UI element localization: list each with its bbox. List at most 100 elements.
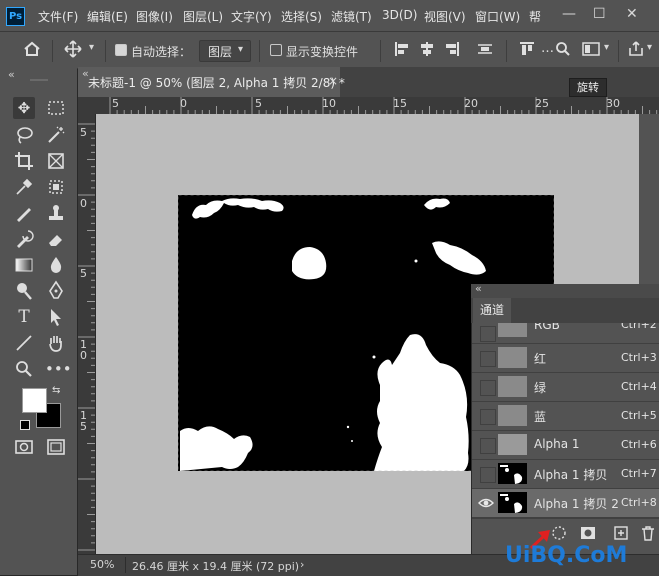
stamp-tool-icon[interactable] xyxy=(45,202,67,224)
visibility-toggle[interactable] xyxy=(480,438,496,454)
status-menu-arrow[interactable]: › xyxy=(300,558,304,571)
menu-3d[interactable]: 3D(D) xyxy=(382,8,417,22)
menu-help[interactable]: 帮 xyxy=(529,8,541,25)
pen-tool-icon[interactable] xyxy=(45,280,67,302)
type-tool-icon[interactable]: T xyxy=(13,306,35,328)
channel-row-red[interactable]: 红 Ctrl+3 xyxy=(472,344,659,373)
magic-wand-icon[interactable] xyxy=(45,124,67,146)
channel-thumbnail xyxy=(498,492,527,513)
menu-view[interactable]: 视图(V) xyxy=(424,8,466,25)
chevron-down-icon[interactable]: ▾ xyxy=(604,42,609,53)
channels-panel-header[interactable]: « xyxy=(471,282,659,298)
move-tool-icon[interactable] xyxy=(64,40,82,58)
dodge-tool-icon[interactable] xyxy=(13,280,35,302)
align-left-icon[interactable] xyxy=(393,40,411,58)
channel-row-alpha-1-copy[interactable]: Alpha 1 拷贝 Ctrl+7 xyxy=(472,460,659,489)
menu-file[interactable]: 文件(F) xyxy=(38,8,78,25)
collapse-panels-icon[interactable]: « xyxy=(82,67,89,80)
swap-colors-icon[interactable]: ⇆ xyxy=(52,385,60,396)
lasso-tool-icon[interactable] xyxy=(13,124,35,146)
menu-window[interactable]: 窗口(W) xyxy=(475,8,520,25)
menu-select[interactable]: 选择(S) xyxy=(281,8,322,25)
home-icon[interactable] xyxy=(23,40,41,58)
blur-tool-icon[interactable] xyxy=(45,254,67,276)
workspace-icon[interactable] xyxy=(582,41,600,57)
collapse-panel-icon[interactable]: « xyxy=(475,282,482,295)
photoshop-logo: Ps xyxy=(6,7,25,26)
channel-row-rgb[interactable]: RGB Ctrl+2 xyxy=(472,323,659,344)
share-icon[interactable] xyxy=(627,40,645,58)
marquee-tool-icon[interactable] xyxy=(45,97,67,119)
channel-row-green[interactable]: 绿 Ctrl+4 xyxy=(472,373,659,402)
visibility-toggle[interactable] xyxy=(480,380,496,396)
eye-icon[interactable] xyxy=(478,496,494,510)
chevron-down-icon: ▾ xyxy=(238,44,244,55)
hand-tool-icon[interactable] xyxy=(45,332,67,354)
eraser-icon[interactable] xyxy=(45,228,67,250)
menu-filter[interactable]: 滤镜(T) xyxy=(331,8,372,25)
ruler-origin[interactable] xyxy=(78,97,95,114)
chevron-down-icon[interactable]: ▾ xyxy=(89,42,94,53)
channel-thumbnail xyxy=(498,376,527,397)
more-tools-icon[interactable]: ••• xyxy=(45,358,72,380)
trash-icon[interactable] xyxy=(639,524,657,542)
menu-bar: Ps 文件(F) 编辑(E) 图像(I) 图层(L) 文字(Y) 选择(S) 滤… xyxy=(0,0,659,31)
ruler-label: 0 xyxy=(80,197,87,210)
zoom-tool-icon[interactable] xyxy=(13,358,35,380)
move-tool-icon[interactable]: ✥ xyxy=(13,97,35,119)
zoom-level[interactable]: 50% xyxy=(90,558,114,571)
menu-layer[interactable]: 图层(L) xyxy=(183,8,223,25)
collapse-toolbar-icon[interactable]: « xyxy=(8,68,15,81)
new-channel-icon[interactable] xyxy=(612,524,630,542)
show-transform-label: 显示变换控件 xyxy=(286,45,359,59)
channel-name: Alpha 1 xyxy=(534,437,580,451)
path-selection-icon[interactable] xyxy=(45,306,67,328)
show-transform-checkbox[interactable] xyxy=(270,44,282,56)
frame-tool-icon[interactable] xyxy=(45,150,67,172)
toolbar-grip[interactable] xyxy=(30,79,48,81)
save-selection-icon[interactable] xyxy=(579,524,597,542)
maximize-button[interactable]: ☐ xyxy=(593,6,606,22)
visibility-toggle[interactable] xyxy=(480,467,496,483)
default-colors-icon[interactable] xyxy=(20,420,30,430)
distribute-icon[interactable] xyxy=(476,40,494,58)
ruler-label: 0 xyxy=(180,97,187,110)
channel-thumbnail xyxy=(498,434,527,455)
horizontal-ruler[interactable]: 5 0 5 10 15 20 25 30 xyxy=(95,97,659,115)
quick-mask-icon[interactable] xyxy=(13,436,35,458)
foreground-color-swatch[interactable] xyxy=(22,388,47,413)
visibility-toggle[interactable] xyxy=(480,409,496,425)
menu-image[interactable]: 图像(I) xyxy=(136,8,173,25)
gradient-tool-icon[interactable] xyxy=(13,254,35,276)
history-brush-icon[interactable] xyxy=(13,228,35,250)
crop-tool-icon[interactable] xyxy=(13,150,35,172)
line-tool-icon[interactable] xyxy=(13,332,35,354)
align-top-icon[interactable] xyxy=(518,40,536,58)
close-document-icon[interactable]: × xyxy=(328,74,338,88)
vertical-ruler[interactable]: 5 0 5 1 0 1 5 xyxy=(78,114,96,554)
channel-name: Alpha 1 拷贝 xyxy=(534,468,608,482)
auto-select-checkbox[interactable] xyxy=(115,44,127,56)
chevron-down-icon[interactable]: ▾ xyxy=(647,42,652,53)
align-horizontal-center-icon[interactable] xyxy=(418,40,436,58)
minimize-button[interactable]: — xyxy=(562,6,576,22)
screen-mode-icon[interactable] xyxy=(45,436,67,458)
eyedropper-icon[interactable] xyxy=(13,176,35,198)
document-tab[interactable]: 未标题-1 @ 50% (图层 2, Alpha 1 拷贝 2/8) * × xyxy=(78,67,345,97)
more-options-icon[interactable]: … xyxy=(541,41,554,56)
ruler-label: 10 xyxy=(322,97,336,110)
channel-row-alpha-1[interactable]: Alpha 1 Ctrl+6 xyxy=(472,431,659,460)
tooltip: 旋转 xyxy=(569,78,607,97)
close-window-button[interactable]: ✕ xyxy=(626,6,638,22)
visibility-toggle[interactable] xyxy=(480,351,496,367)
healing-brush-icon[interactable] xyxy=(13,202,35,224)
auto-select-target-dropdown[interactable]: 图层 ▾ xyxy=(199,40,251,62)
menu-edit[interactable]: 编辑(E) xyxy=(87,8,128,25)
tab-channels[interactable]: 通道 xyxy=(473,298,511,323)
align-right-icon[interactable] xyxy=(443,40,461,58)
channel-row-alpha-1-copy-2[interactable]: Alpha 1 拷贝 2 Ctrl+8 xyxy=(472,489,659,518)
menu-type[interactable]: 文字(Y) xyxy=(231,8,272,25)
channel-row-blue[interactable]: 蓝 Ctrl+5 xyxy=(472,402,659,431)
object-select-icon[interactable] xyxy=(45,176,67,198)
search-icon[interactable] xyxy=(555,41,571,57)
